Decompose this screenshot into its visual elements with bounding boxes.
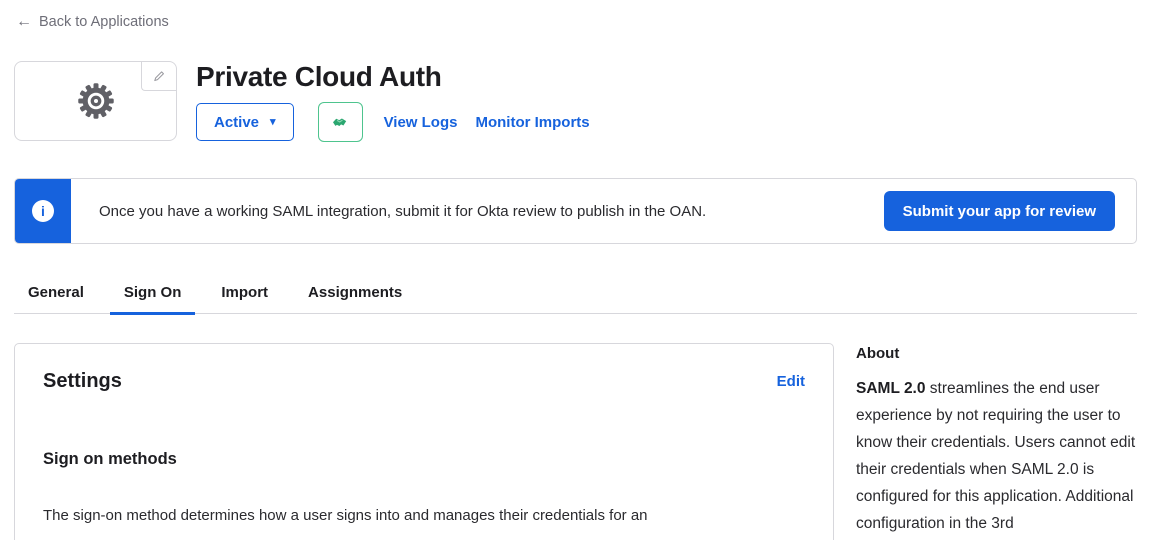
tab-general[interactable]: General: [14, 278, 98, 315]
back-to-applications-link[interactable]: ← Back to Applications: [16, 14, 169, 30]
app-controls: Active ▾ View Logs Monitor Imports: [196, 102, 590, 142]
app-tab-bar: General Sign On Import Assignments: [14, 278, 1137, 314]
info-icon: i: [32, 200, 54, 222]
partner-handshake-button[interactable]: [318, 102, 363, 142]
settings-heading: Settings: [43, 370, 122, 393]
about-heading: About: [856, 345, 1136, 362]
back-arrow-icon: ←: [16, 14, 32, 30]
back-link-label: Back to Applications: [39, 14, 169, 30]
pencil-icon: [152, 69, 166, 83]
app-title-block: Private Cloud Auth Active ▾ View Logs Mo…: [196, 61, 590, 142]
gear-icon: [73, 78, 119, 124]
about-lead: SAML 2.0: [856, 380, 926, 397]
app-detail-page: ← Back to Applications: [0, 0, 1151, 540]
edit-logo-button[interactable]: [141, 62, 176, 91]
chevron-down-icon: ▾: [270, 117, 276, 128]
handshake-icon: [331, 113, 349, 131]
submit-app-for-review-button[interactable]: Submit your app for review: [884, 191, 1115, 231]
edit-settings-link[interactable]: Edit: [777, 373, 805, 390]
tab-sign-on[interactable]: Sign On: [110, 278, 196, 315]
settings-card: Settings Edit Sign on methods The sign-o…: [14, 343, 834, 540]
page-title: Private Cloud Auth: [196, 61, 590, 93]
monitor-imports-link[interactable]: Monitor Imports: [475, 114, 589, 131]
info-icon-block: i: [15, 179, 71, 243]
app-header: Private Cloud Auth Active ▾ View Logs Mo…: [14, 61, 1135, 142]
status-dropdown[interactable]: Active ▾: [196, 103, 294, 141]
about-body-text: streamlines the end user experience by n…: [856, 380, 1135, 532]
tab-import[interactable]: Import: [207, 278, 282, 315]
sign-on-methods-heading: Sign on methods: [43, 450, 805, 469]
view-logs-link[interactable]: View Logs: [384, 114, 458, 131]
about-text: SAML 2.0 streamlines the end user experi…: [856, 375, 1136, 537]
banner-message: Once you have a working SAML integration…: [71, 203, 884, 220]
sign-on-methods-description: The sign-on method determines how a user…: [43, 505, 773, 528]
settings-card-header: Settings Edit: [43, 370, 805, 393]
review-info-banner: i Once you have a working SAML integrati…: [14, 178, 1137, 244]
about-panel: About SAML 2.0 streamlines the end user …: [856, 343, 1136, 537]
status-label: Active: [214, 114, 259, 131]
tab-assignments[interactable]: Assignments: [294, 278, 416, 315]
main-content: Settings Edit Sign on methods The sign-o…: [14, 343, 1136, 540]
app-logo-card: [14, 61, 177, 141]
